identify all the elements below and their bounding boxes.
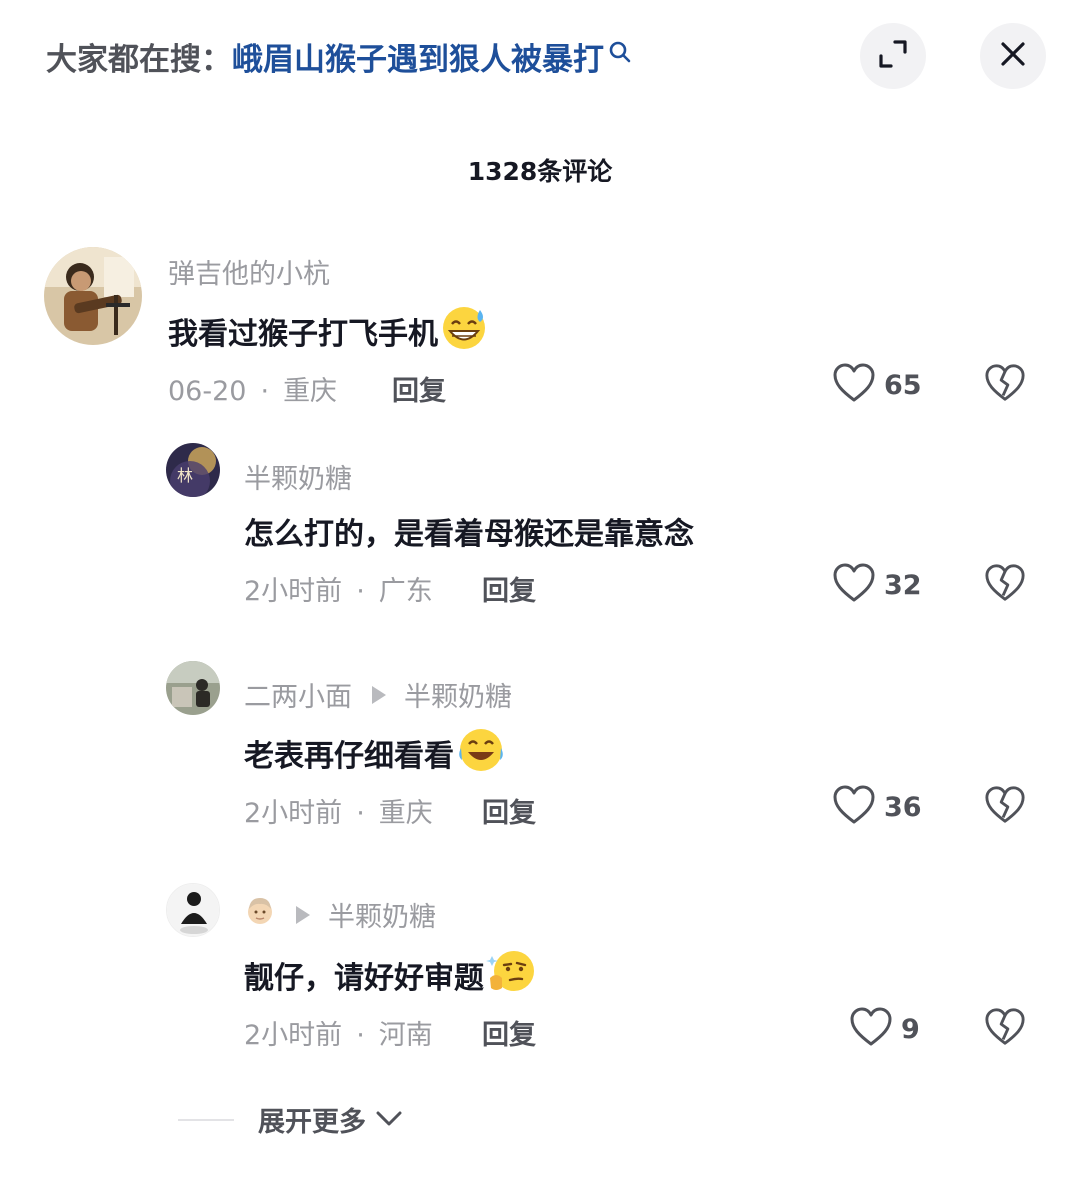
comment-date: 2小时前 [244, 798, 343, 829]
comment-username-row: 半颗奶糖 [244, 895, 436, 934]
comment-date: 2小时前 [244, 1020, 343, 1051]
heart-icon [849, 1006, 893, 1052]
thinking-smirk-emoji [486, 948, 538, 1002]
comment-meta: 2小时前 · 重庆 [244, 798, 433, 829]
close-button[interactable] [980, 23, 1046, 89]
reply-button[interactable]: 回复 [482, 1013, 536, 1052]
comment-date: 06-20 [168, 376, 247, 407]
like-count: 9 [901, 1013, 920, 1045]
reply-to-username[interactable]: 半颗奶糖 [404, 675, 512, 714]
comment-meta: 06-20 · 重庆 [168, 376, 338, 407]
search-suggestion: 大家都在搜：峨眉山猴子遇到狠人被暴打 [46, 34, 632, 79]
reply-arrow-icon [372, 685, 386, 704]
like-button[interactable]: 65 [832, 362, 922, 408]
close-icon [998, 39, 1028, 73]
comment-text-content: 老表再仔细看看 [244, 739, 454, 774]
like-button[interactable]: 9 [849, 1006, 920, 1052]
expand-button[interactable] [860, 23, 926, 89]
broken-heart-icon [984, 564, 1026, 608]
search-prefix-label: 大家都在搜： [46, 42, 232, 78]
like-count: 36 [884, 791, 922, 823]
comment-text-content: 我看过猴子打飞手机 [168, 317, 438, 352]
dislike-button[interactable] [984, 784, 1026, 830]
comment-username[interactable]: 半颗奶糖 [244, 457, 352, 496]
reply-button[interactable]: 回复 [482, 791, 536, 830]
comment-date: 2小时前 [244, 576, 343, 607]
dislike-button[interactable] [984, 562, 1026, 608]
heart-icon [832, 362, 876, 408]
expand-icon [876, 37, 910, 75]
expand-more-label: 展开更多 [258, 1107, 366, 1138]
comment-text: 怎么打的，是看着母猴还是靠意念 [244, 517, 694, 552]
laughing-tears-emoji [456, 726, 506, 780]
comment-meta: 2小时前 · 河南 [244, 1020, 433, 1051]
broken-heart-icon [984, 1008, 1026, 1052]
avatar[interactable] [166, 883, 220, 937]
reply-to-username[interactable]: 半颗奶糖 [328, 895, 436, 934]
dislike-button[interactable] [984, 1006, 1026, 1052]
avatar[interactable] [44, 247, 142, 345]
reply-button[interactable]: 回复 [482, 569, 536, 608]
reply-arrow-icon [296, 905, 310, 924]
chevron-down-icon [374, 1106, 404, 1134]
reply-button[interactable]: 回复 [392, 369, 446, 408]
search-icon[interactable] [608, 36, 632, 72]
comment-count: 1328条评论 [467, 157, 613, 186]
like-count: 32 [884, 569, 922, 601]
comment-username[interactable]: 二两小面 [244, 675, 352, 714]
avatar[interactable] [166, 661, 220, 715]
man-face-emoji[interactable] [244, 895, 276, 934]
search-term-link[interactable]: 峨眉山猴子遇到狠人被暴打 [232, 42, 604, 78]
like-button[interactable]: 36 [832, 784, 922, 830]
like-button[interactable]: 32 [832, 562, 922, 608]
grinning-sweat-emoji [440, 304, 490, 358]
divider [178, 1118, 234, 1121]
like-count: 65 [884, 369, 922, 401]
broken-heart-icon [984, 364, 1026, 408]
comment-text: 靓仔，请好好审题 [244, 948, 538, 1002]
heart-icon [832, 784, 876, 830]
comment-location: 广东 [378, 576, 433, 607]
comment-username[interactable]: 弹吉他的小杭 [168, 252, 330, 291]
heart-icon [832, 562, 876, 608]
expand-more-button[interactable]: 展开更多 [178, 1100, 404, 1139]
comment-meta: 2小时前 · 广东 [244, 576, 433, 607]
avatar[interactable]: 林 [166, 443, 220, 497]
comment-username-row: 二两小面 半颗奶糖 [244, 675, 512, 714]
comment-text-content: 靓仔，请好好审题 [244, 961, 484, 996]
svg-text:林: 林 [177, 466, 193, 485]
comment-text: 老表再仔细看看 [244, 726, 506, 780]
comment-location: 重庆 [378, 798, 433, 829]
comment-location: 重庆 [283, 376, 338, 407]
comment-text: 我看过猴子打飞手机 [168, 304, 490, 358]
dislike-button[interactable] [984, 362, 1026, 408]
broken-heart-icon [984, 786, 1026, 830]
comment-location: 河南 [378, 1020, 433, 1051]
